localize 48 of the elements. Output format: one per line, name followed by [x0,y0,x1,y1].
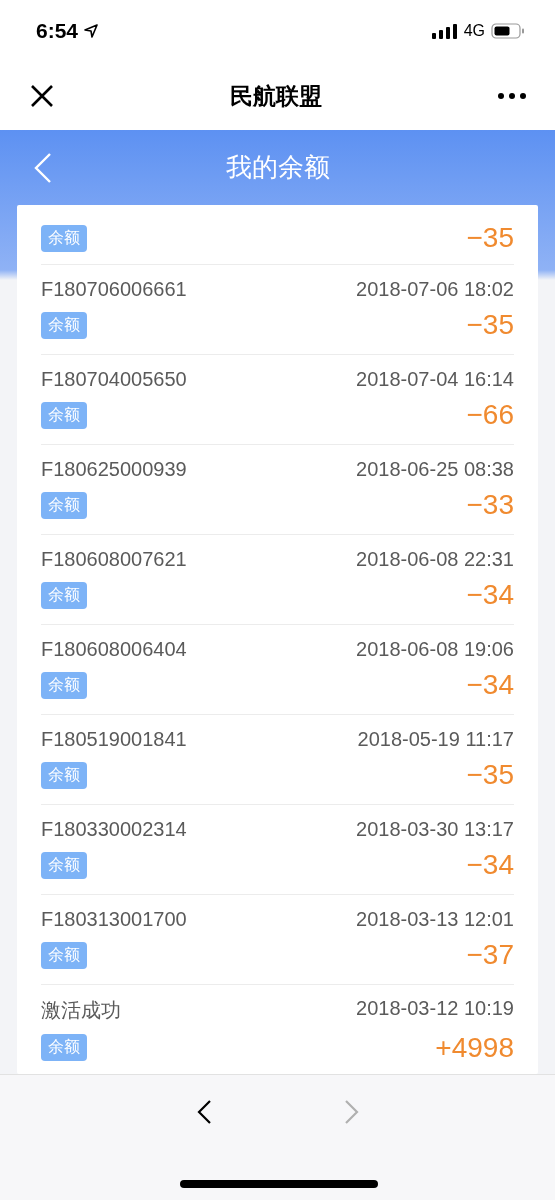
record-date: 2018-06-08 19:06 [356,638,514,661]
balance-tag: 余额 [41,581,87,609]
order-number: F180313001700 [41,908,187,931]
order-number: F180519001841 [41,728,187,751]
balance-tag: 余额 [41,491,87,519]
record-date: 2018-03-30 13:17 [356,818,514,841]
more-icon[interactable] [497,92,527,100]
balance-tag: 余额 [41,1034,87,1061]
order-number: F180706006661 [41,278,187,301]
order-number: F180608007621 [41,548,187,571]
order-number: F180625000939 [41,458,187,481]
record-date: 2018-03-13 12:01 [356,908,514,931]
amount: +4998 [435,1031,514,1064]
signal-icon [431,23,458,39]
balance-tag: 余额 [41,311,87,339]
amount: −35 [466,309,514,341]
record-date: 2018-06-08 22:31 [356,548,514,571]
order-number: 激活成功 [41,997,121,1023]
close-icon[interactable] [30,84,54,108]
page-title: 我的余额 [225,151,330,184]
amount: −34 [466,669,514,701]
amount: −35 [466,222,514,254]
location-arrow-icon [84,24,99,38]
balance-tag: 余额 [41,761,87,789]
balance-tag: 余额 [41,851,87,879]
order-number: F180704005650 [41,368,187,391]
amount: −33 [466,489,514,521]
amount: −37 [466,939,514,971]
amount: −66 [466,399,514,431]
record-date: 2018-03-12 10:19 [356,996,514,1021]
balance-tag: 余额 [41,401,87,429]
balance-tag: 余额 [41,671,87,699]
record-date: 2018-07-06 18:02 [356,278,514,301]
record-date: 2018-06-25 08:38 [356,458,514,481]
battery-icon [491,23,525,39]
network-label: 4G [463,22,485,40]
amount: −35 [466,759,514,791]
back-icon[interactable] [34,152,52,184]
amount: −34 [466,849,514,881]
record-date: 2018-07-04 16:14 [356,368,514,391]
record-date: 2018-05-19 11:17 [357,728,514,751]
order-number: F180608006404 [41,638,187,661]
status-time: 6:54 [36,19,79,43]
balance-tag: 余额 [41,941,87,969]
balance-tag: 余额 [41,224,87,252]
order-number: F180330002314 [41,818,187,841]
amount: −34 [466,579,514,611]
nav-title: 民航联盟 [229,81,322,111]
